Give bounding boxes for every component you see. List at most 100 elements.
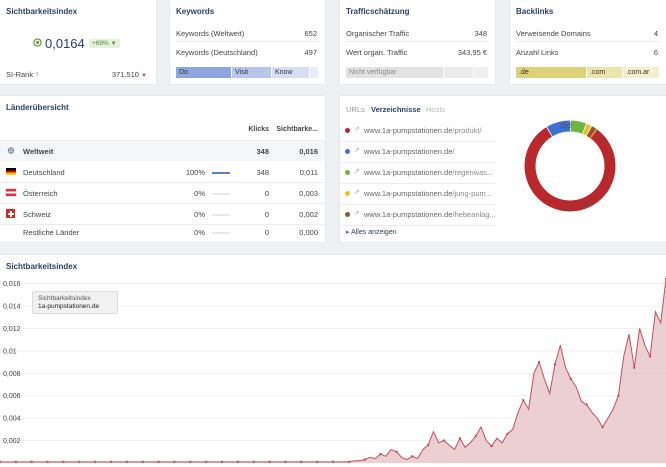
data-point[interactable] xyxy=(331,460,335,464)
series-dot xyxy=(345,212,350,217)
data-point[interactable] xyxy=(252,460,255,464)
data-point[interactable] xyxy=(379,452,382,456)
donut-slice[interactable] xyxy=(586,126,595,138)
data-point[interactable] xyxy=(585,403,588,406)
country-row[interactable]: Restliche Länder 0% 0 0,000 xyxy=(0,225,325,242)
external-link-icon[interactable]: ⇗ xyxy=(354,167,360,175)
external-link-icon[interactable]: ⇗ xyxy=(354,125,360,133)
directory-url[interactable]: www.1a-pumpstationen.de/hebeanlag... xyxy=(364,210,496,219)
directory-item[interactable]: ⇗ www.1a-pumpstationen.de/produkt/ xyxy=(340,121,495,141)
data-point[interactable] xyxy=(14,460,18,464)
data-point[interactable] xyxy=(93,460,97,464)
country-name: Weltweit xyxy=(23,147,54,156)
country-row[interactable]: Deutschland 100% 348 0,011 xyxy=(0,162,325,182)
data-point[interactable] xyxy=(347,460,351,464)
data-point[interactable] xyxy=(189,460,192,464)
data-point[interactable] xyxy=(458,437,462,440)
data-point[interactable] xyxy=(522,399,525,402)
directory-url[interactable]: www.1a-pumpstationen.de/regenwas... xyxy=(364,168,493,177)
country-si: 0,002 xyxy=(299,210,318,219)
tooltip-title: Sichtbarkeitsindex xyxy=(38,295,91,302)
directory-item[interactable]: ⇗ www.1a-pumpstationen.de/jung-pum... xyxy=(340,184,495,204)
help-icon[interactable]: ? xyxy=(35,73,38,79)
data-point[interactable] xyxy=(601,425,604,429)
directory-url[interactable]: www.1a-pumpstationen.de/jung-pum... xyxy=(364,189,492,198)
url-path: /produkt/ xyxy=(452,126,482,135)
tab-hosts[interactable]: Hosts xyxy=(426,105,445,114)
donut-slice[interactable] xyxy=(570,120,586,134)
intent-do-segment[interactable]: Do xyxy=(176,67,231,78)
external-link-icon[interactable]: ⇗ xyxy=(354,209,360,217)
external-link-icon[interactable]: ⇗ xyxy=(354,188,360,196)
referring-domains-value: 4 xyxy=(653,29,658,38)
countries-title: Länderübersicht xyxy=(6,103,69,112)
data-point[interactable] xyxy=(569,377,573,381)
data-point[interactable] xyxy=(648,355,652,358)
traffic-na-segment-2 xyxy=(444,67,473,78)
data-point[interactable] xyxy=(553,363,557,366)
data-point[interactable] xyxy=(633,366,636,369)
data-point[interactable] xyxy=(125,460,129,464)
data-point[interactable] xyxy=(173,460,176,464)
intent-know-segment[interactable]: Know xyxy=(272,67,309,78)
data-point[interactable] xyxy=(141,460,144,464)
data-point[interactable] xyxy=(395,450,398,453)
directory-item[interactable]: ⇗ www.1a-pumpstationen.de/hebeanlag... xyxy=(340,205,496,225)
keywords-worldwide-label: Keywords (Weltweit) xyxy=(176,29,245,38)
data-point[interactable] xyxy=(617,394,620,397)
divider xyxy=(516,41,660,42)
data-point[interactable] xyxy=(506,432,509,436)
tab-verzeichnisse[interactable]: Verzeichnisse xyxy=(371,105,421,114)
data-point[interactable] xyxy=(46,460,49,464)
data-point[interactable] xyxy=(315,460,319,464)
data-point[interactable] xyxy=(300,460,303,464)
data-point[interactable] xyxy=(204,460,208,464)
data-point[interactable] xyxy=(157,460,160,464)
directory-item[interactable]: ⇗ www.1a-pumpstationen.de/regenwas... xyxy=(340,163,495,183)
data-point[interactable] xyxy=(490,444,493,448)
data-point[interactable] xyxy=(442,439,446,442)
show-all-link[interactable]: ▸ Alles anzeigen xyxy=(346,228,397,236)
data-point[interactable] xyxy=(236,460,240,464)
data-point[interactable] xyxy=(268,460,271,464)
backlinks-card: Backlinks Verweisende Domains 4 Anzahl L… xyxy=(510,0,666,84)
y-tick-label: 0,012 xyxy=(3,326,21,333)
donut-slice[interactable] xyxy=(582,123,592,136)
data-point[interactable] xyxy=(109,460,113,464)
external-link-icon[interactable]: ⇗ xyxy=(354,146,360,154)
data-point[interactable] xyxy=(30,460,33,464)
tld-com-segment[interactable]: .com xyxy=(587,67,622,78)
traffic-na-segment: Nicht verfügbar xyxy=(346,67,443,78)
country-share: 0% xyxy=(194,189,205,198)
donut-slice[interactable] xyxy=(589,128,598,139)
data-point[interactable] xyxy=(474,434,477,438)
intent-visit-segment[interactable]: Visit xyxy=(232,67,271,78)
data-point[interactable] xyxy=(78,460,81,464)
col-header-si[interactable]: Sichtbarke... xyxy=(276,126,318,133)
data-point[interactable] xyxy=(220,460,224,464)
country-share-bar-fill xyxy=(212,172,230,174)
url-path: / xyxy=(452,147,455,156)
tld-de-segment[interactable]: .de xyxy=(516,67,586,78)
y-tick-label: 0,006 xyxy=(3,393,21,400)
directory-item[interactable]: ⇗ www.1a-pumpstationen.de/ xyxy=(340,142,495,162)
donut-slice[interactable] xyxy=(524,127,616,212)
tab-urls[interactable]: URLs xyxy=(346,105,365,114)
data-point[interactable] xyxy=(537,360,541,364)
divider xyxy=(346,41,489,42)
data-point[interactable] xyxy=(363,458,366,461)
country-row[interactable]: Schweiz 0% 0 0,002 xyxy=(0,204,325,224)
country-si: 0,000 xyxy=(299,228,318,237)
data-point[interactable] xyxy=(426,443,430,447)
tld-comar-segment[interactable]: .com.ar xyxy=(623,67,659,78)
country-row[interactable]: Weltweit 348 0,016 xyxy=(0,141,325,161)
col-header-clicks[interactable]: Klicks xyxy=(248,126,269,133)
directory-url[interactable]: www.1a-pumpstationen.de/ xyxy=(364,147,454,156)
data-point[interactable] xyxy=(284,460,287,464)
data-point[interactable] xyxy=(411,455,414,458)
country-row[interactable]: Österreich 0% 0 0,003 xyxy=(0,183,325,203)
directory-url[interactable]: www.1a-pumpstationen.de/produkt/ xyxy=(364,126,482,135)
country-clicks: 348 xyxy=(256,147,269,156)
data-point[interactable] xyxy=(62,460,65,464)
url-path: /jung-pum... xyxy=(452,189,492,198)
